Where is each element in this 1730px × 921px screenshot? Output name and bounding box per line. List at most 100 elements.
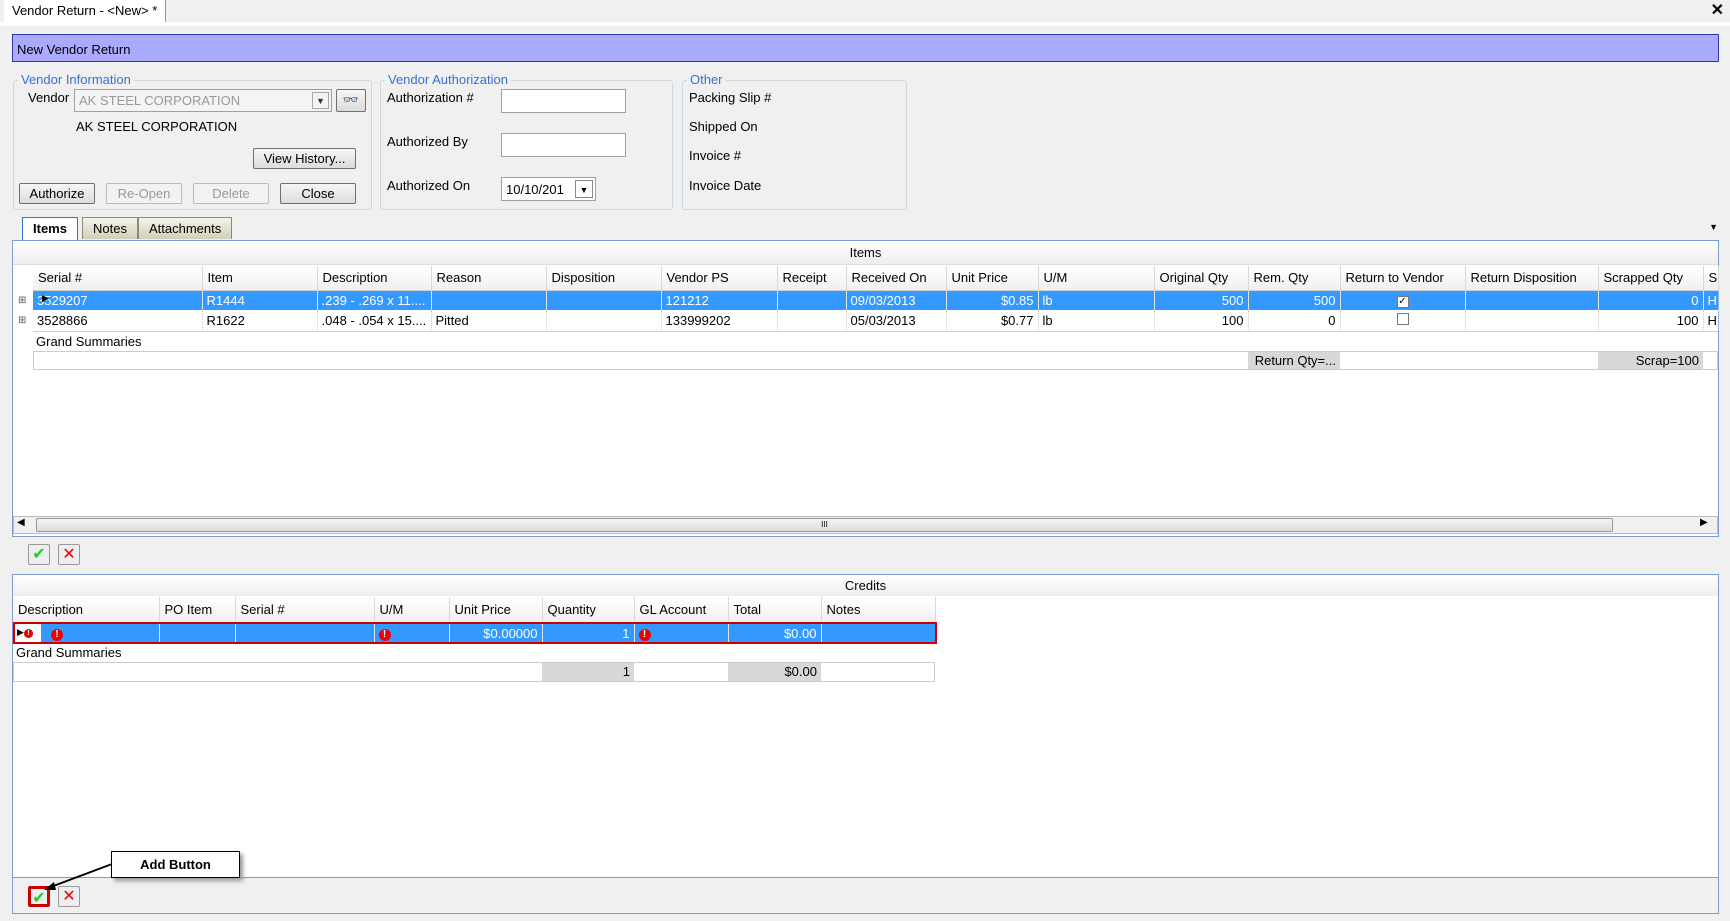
column-header[interactable]: GL Account	[634, 597, 729, 623]
column-header[interactable]: Rem. Qty	[1248, 266, 1341, 291]
table-cell: 0	[1248, 310, 1341, 330]
table-cell	[546, 290, 662, 310]
table-cell: 500	[1154, 290, 1249, 310]
credits-grid-title: Credits	[13, 575, 1718, 596]
date-value: 10/10/201	[506, 182, 564, 197]
table-row[interactable]: 3528866 R1622.048 - .054 x 15.... Pitted 13…	[33, 310, 1719, 330]
reopen-button[interactable]: Re-Open	[106, 183, 182, 204]
column-header[interactable]: Receipt	[777, 266, 847, 291]
table-cell: lb	[1038, 310, 1155, 330]
table-cell: R1622	[202, 310, 318, 330]
callout-arrow	[44, 863, 113, 890]
group-title: Other	[687, 72, 726, 87]
binoculars-search-button[interactable]: 👓	[336, 89, 366, 112]
column-header[interactable]: Original Qty	[1154, 266, 1249, 291]
table-cell: 3528866	[33, 310, 203, 330]
chevron-down-icon[interactable]: ▼	[312, 92, 329, 109]
column-header[interactable]: Unit Price	[449, 597, 543, 623]
table-cell	[1465, 310, 1599, 330]
column-header[interactable]: Vendor PS	[661, 266, 778, 291]
authorized-on-label: Authorized On	[387, 178, 471, 193]
column-header[interactable]: Description	[13, 597, 160, 623]
column-header[interactable]: Description	[317, 266, 432, 291]
new-row-highlight	[13, 622, 937, 644]
group-title: Vendor Information	[18, 72, 134, 87]
table-cell	[777, 310, 847, 330]
chevron-down-icon[interactable]: ▼	[1709, 222, 1718, 232]
page-title: New Vendor Return	[12, 34, 1719, 62]
vendor-select[interactable]: AK STEEL CORPORATION ▼	[74, 89, 332, 112]
table-cell: 0	[1598, 290, 1704, 310]
column-header[interactable]: Return to Vendor	[1340, 266, 1466, 291]
invoice-date-label: Invoice Date	[689, 178, 762, 193]
column-header[interactable]: S	[1703, 266, 1719, 291]
tab-attachments[interactable]: Attachments	[138, 217, 233, 239]
table-cell: 05/03/2013	[846, 310, 947, 330]
scrap-summary: Scrap=100	[1598, 352, 1703, 369]
grand-summaries-label: Grand Summaries	[33, 331, 1718, 351]
table-cell: 500	[1248, 290, 1341, 310]
table-cell: $0.77	[946, 310, 1039, 330]
column-header[interactable]: U/M	[374, 597, 450, 623]
scroll-right-icon[interactable]: ▶	[1700, 517, 1708, 528]
document-tab[interactable]: Vendor Return - <New> *	[4, 0, 167, 22]
column-header[interactable]: PO Item	[159, 597, 236, 623]
return-to-vendor-checkbox[interactable]: ✓	[1396, 296, 1409, 309]
shipped-on-label: Shipped On	[689, 119, 758, 134]
column-header[interactable]: U/M	[1038, 266, 1155, 291]
authorized-on-date-picker[interactable]: 10/10/201 ▼	[501, 177, 596, 201]
authorization-number-input[interactable]	[501, 89, 626, 113]
authorize-button[interactable]: Authorize	[19, 183, 95, 204]
column-header[interactable]: Unit Price	[946, 266, 1039, 291]
items-grid-title: Items	[13, 241, 1718, 265]
row-selector-icon: ▶!	[15, 624, 41, 642]
vendor-label: Vendor	[28, 90, 70, 105]
delete-button[interactable]: Delete	[193, 183, 269, 204]
column-header[interactable]: Total	[728, 597, 822, 623]
tab-notes[interactable]: Notes	[82, 217, 138, 239]
table-cell: 121212	[661, 290, 778, 310]
table-cell: 09/03/2013	[846, 290, 947, 310]
add-item-button[interactable]: ✔	[28, 544, 50, 565]
authorization-number-label: Authorization #	[387, 90, 474, 105]
authorized-by-input[interactable]	[501, 133, 626, 157]
expand-icon[interactable]: ⊞	[18, 315, 26, 326]
delete-item-button[interactable]: ✕	[58, 544, 80, 565]
column-header[interactable]: Scrapped Qty	[1598, 266, 1704, 291]
items-summary-row	[33, 351, 1718, 370]
table-row[interactable]: 3529207 R1444.239 - .269 x 11.... 121212 09…	[33, 290, 1719, 310]
table-cell: Pitted	[431, 310, 547, 330]
table-cell: H	[1703, 310, 1719, 330]
table-cell: 100	[1154, 310, 1249, 330]
table-cell: 100	[1598, 310, 1704, 330]
view-history-button[interactable]: View History...	[253, 148, 356, 169]
column-header[interactable]: Item	[202, 266, 318, 291]
column-header[interactable]: Return Disposition	[1465, 266, 1599, 291]
column-header[interactable]: Reason	[431, 266, 547, 291]
divider	[0, 22, 1730, 26]
column-header[interactable]: Received On	[846, 266, 947, 291]
close-icon[interactable]: ✕	[1711, 0, 1724, 20]
column-header[interactable]: Serial #	[33, 266, 203, 291]
table-cell: $0.85	[946, 290, 1039, 310]
invoice-number-label: Invoice #	[689, 148, 742, 163]
expand-icon[interactable]: ⊞	[18, 295, 26, 306]
close-button[interactable]: Close	[280, 183, 356, 204]
table-cell	[431, 290, 547, 310]
return-qty-summary: Return Qty=...	[1248, 352, 1340, 369]
return-to-vendor-checkbox[interactable]	[1396, 312, 1409, 325]
scrollbar-thumb[interactable]: III	[36, 518, 1613, 532]
items-table: Serial # Item Description Reason Disposition…	[33, 266, 1719, 330]
scroll-left-icon[interactable]: ◀	[17, 517, 25, 528]
authorized-by-label: Authorized By	[387, 134, 468, 149]
column-header[interactable]: Quantity	[542, 597, 635, 623]
tab-items[interactable]: Items	[22, 217, 78, 240]
vendor-name: AK STEEL CORPORATION	[76, 119, 238, 134]
column-header[interactable]: Serial #	[235, 597, 375, 623]
row-selector-icon: ▶	[42, 293, 49, 303]
column-header[interactable]: Notes	[821, 597, 936, 623]
group-title: Vendor Authorization	[385, 72, 511, 87]
column-header[interactable]: Disposition	[546, 266, 662, 291]
vendor-value: AK STEEL CORPORATION	[79, 93, 241, 108]
chevron-down-icon[interactable]: ▼	[575, 180, 593, 198]
